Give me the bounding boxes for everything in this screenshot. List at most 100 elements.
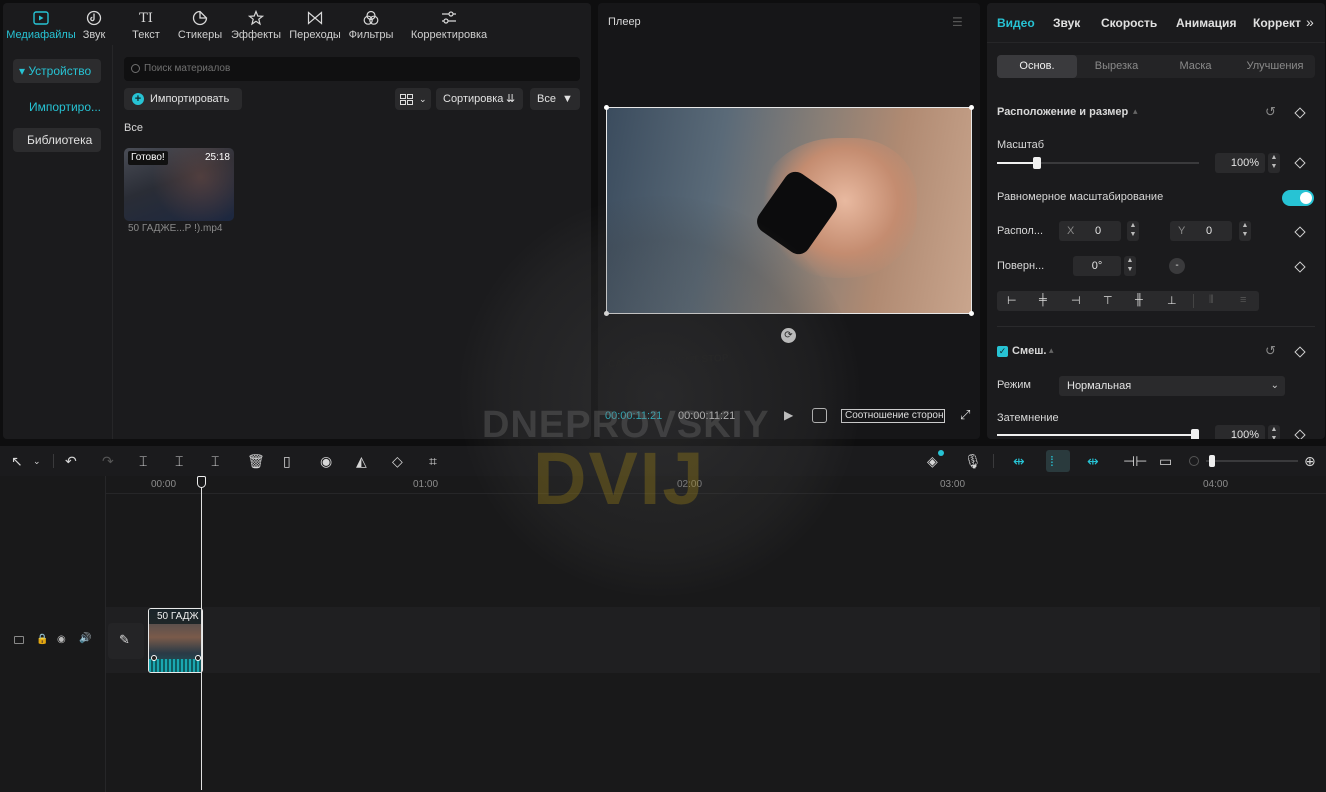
- tab-audio[interactable]: Звук: [79, 3, 109, 45]
- rotate-keyframe-icon[interactable]: [1294, 261, 1306, 273]
- distribute-h-icon[interactable]: ⫴: [1209, 294, 1214, 307]
- lock-icon[interactable]: 🔒: [36, 634, 48, 645]
- split-right-icon[interactable]: ⌶: [211, 453, 219, 469]
- opacity-slider[interactable]: [997, 429, 1199, 439]
- delete-icon[interactable]: 🗑: [247, 453, 265, 469]
- position-x-field[interactable]: X 0: [1059, 221, 1121, 241]
- split-icon[interactable]: ⌶: [139, 453, 147, 469]
- rotate-stepper[interactable]: ▲ ▼: [1124, 256, 1136, 276]
- select-dropdown-icon[interactable]: ⌄: [33, 453, 41, 469]
- cover-edit-button[interactable]: ✎: [108, 623, 144, 659]
- opacity-keyframe-icon[interactable]: [1294, 429, 1306, 439]
- position-keyframe-icon[interactable]: [1294, 226, 1306, 238]
- crop-icon[interactable]: ⌗: [429, 453, 437, 469]
- video-preview[interactable]: [606, 107, 972, 314]
- scale-slider-thumb[interactable]: [1033, 157, 1041, 169]
- tab-speed[interactable]: Скорость: [1101, 16, 1157, 30]
- main-track[interactable]: [106, 607, 1320, 673]
- opacity-slider-thumb[interactable]: [1191, 429, 1199, 439]
- position-y-stepper[interactable]: ▲ ▼: [1239, 221, 1251, 241]
- scale-slider[interactable]: [997, 157, 1199, 169]
- resize-handle-tl[interactable]: [604, 105, 609, 110]
- tab-text[interactable]: TI Текст: [109, 3, 183, 45]
- resize-handle-tr[interactable]: [969, 105, 974, 110]
- playhead[interactable]: [201, 484, 202, 790]
- align-vcenter-icon[interactable]: ╫: [1135, 294, 1143, 306]
- align-left-icon[interactable]: ⊢: [1007, 294, 1017, 307]
- visibility-icon[interactable]: ◉: [57, 634, 66, 645]
- rotate-input[interactable]: 0°: [1073, 256, 1121, 276]
- subtab-mask[interactable]: Маска: [1156, 55, 1235, 78]
- microphone-icon[interactable]: 🎙: [964, 453, 982, 469]
- rotate-handle-icon[interactable]: ⟳: [781, 328, 796, 343]
- undo-icon[interactable]: ↶: [65, 453, 77, 469]
- subtab-cutout[interactable]: Вырезка: [1077, 55, 1156, 78]
- opacity-input[interactable]: 100%: [1215, 425, 1265, 439]
- mode-select[interactable]: Нормальная ⌄: [1059, 376, 1285, 396]
- subtab-basic[interactable]: Основ.: [997, 55, 1077, 78]
- distribute-v-icon[interactable]: ≡: [1240, 294, 1246, 306]
- snap-main-icon[interactable]: ⇹: [1013, 453, 1025, 469]
- scale-input[interactable]: 100%: [1215, 153, 1265, 173]
- tab-video[interactable]: Видео: [997, 16, 1035, 30]
- tab-stickers[interactable]: Стикеры: [178, 3, 222, 45]
- subtab-enhance[interactable]: Улучшения: [1235, 55, 1315, 78]
- zoom-slider-thumb[interactable]: [1209, 455, 1215, 467]
- timeline-clip[interactable]: 50 ГАДЖ: [148, 608, 203, 673]
- import-button[interactable]: + Импортировать: [124, 88, 242, 110]
- tab-animation[interactable]: Анимация: [1176, 16, 1236, 30]
- fullscreen-icon[interactable]: ⤢: [960, 407, 970, 423]
- sidebar-item-library[interactable]: Библиотека: [13, 128, 101, 152]
- snap-icon[interactable]: ⁞: [1050, 453, 1054, 469]
- search-input[interactable]: Поиск материалов: [124, 57, 580, 81]
- aspect-ratio-button[interactable]: Соотношение сторон: [841, 409, 945, 423]
- mirror-icon[interactable]: ◭: [356, 453, 367, 469]
- uniform-scale-toggle[interactable]: [1282, 190, 1314, 206]
- split-left-icon[interactable]: ⌶: [175, 453, 183, 469]
- scale-stepper[interactable]: ▲ ▼: [1268, 153, 1280, 173]
- rotate-dial-icon[interactable]: -: [1169, 258, 1185, 274]
- time-ruler[interactable]: 00:00 01:00 02:00 03:00 04:00: [106, 476, 1326, 494]
- zoom-fit-icon[interactable]: [812, 408, 827, 423]
- clip-handle-left[interactable]: [151, 655, 157, 661]
- reset-icon[interactable]: ↺: [1265, 104, 1276, 120]
- align-bottom-icon[interactable]: ⊥: [1167, 294, 1177, 307]
- rotate-tool-icon[interactable]: ◇: [392, 453, 403, 469]
- blend-collapse-icon[interactable]: ▴: [1049, 345, 1054, 356]
- zoom-in-icon[interactable]: ⊕: [1304, 453, 1316, 469]
- keyframe-icon[interactable]: [1294, 107, 1306, 119]
- align-hcenter-icon[interactable]: ╪: [1039, 294, 1047, 306]
- sidebar-item-device[interactable]: ▾ Устройство: [13, 59, 101, 83]
- filter-button[interactable]: Все ▼: [530, 88, 580, 110]
- freeze-icon[interactable]: ▯: [283, 453, 291, 469]
- sidebar-item-imported[interactable]: Импортиро...: [13, 95, 101, 119]
- scale-keyframe-icon[interactable]: [1294, 157, 1306, 169]
- view-toggle-button[interactable]: ⌄: [395, 88, 431, 110]
- align-top-icon[interactable]: ⊤: [1103, 294, 1113, 307]
- more-tabs-icon[interactable]: »: [1306, 14, 1314, 30]
- tab-filters[interactable]: Фильтры: [335, 3, 407, 45]
- tab-adjust[interactable]: Корректировка: [407, 3, 491, 45]
- collapse-icon[interactable]: ▴: [1133, 106, 1138, 117]
- playhead-handle[interactable]: [197, 476, 206, 488]
- position-x-stepper[interactable]: ▲ ▼: [1127, 221, 1139, 241]
- blend-reset-icon[interactable]: ↺: [1265, 343, 1276, 359]
- resize-handle-br[interactable]: [969, 311, 974, 316]
- position-y-field[interactable]: Y 0: [1170, 221, 1232, 241]
- speed-icon[interactable]: ◉: [320, 453, 332, 469]
- ai-magic-icon[interactable]: ◈: [927, 453, 938, 469]
- tab-media[interactable]: Медиафайлы: [3, 3, 79, 45]
- volume-icon[interactable]: 🔊: [79, 633, 91, 644]
- preview-axis-icon[interactable]: ⊣⊢: [1123, 453, 1147, 469]
- blend-keyframe-icon[interactable]: [1294, 346, 1306, 358]
- tab-effects[interactable]: Эффекты: [217, 3, 295, 45]
- thumbnail-icon[interactable]: ▭: [1159, 453, 1172, 469]
- blend-checkbox[interactable]: ✓: [997, 346, 1008, 357]
- tab-correction[interactable]: Коррект: [1253, 16, 1303, 30]
- align-right-icon[interactable]: ⊣: [1071, 294, 1081, 307]
- menu-icon[interactable]: ☰: [952, 15, 963, 29]
- sort-button[interactable]: Сортировка ⇊: [436, 88, 523, 110]
- zoom-out-icon[interactable]: [1189, 456, 1199, 466]
- opacity-stepper[interactable]: ▲ ▼: [1268, 425, 1280, 439]
- tab-transitions[interactable]: Переходы: [289, 3, 341, 45]
